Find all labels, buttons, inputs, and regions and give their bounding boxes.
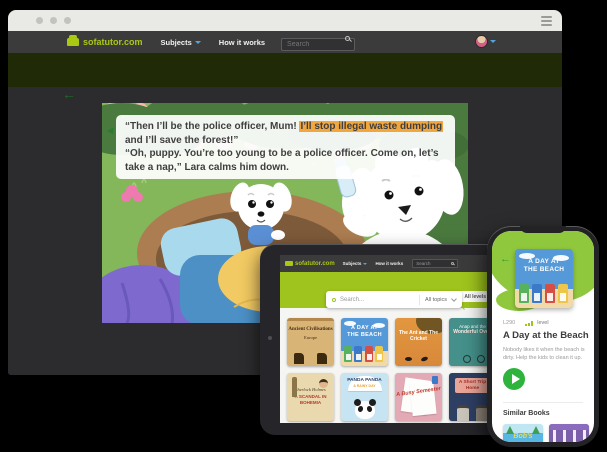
trash-bin-icon (365, 346, 373, 362)
phone-screen: ← A DAY AT THE BEACH L290 level A Day at… (492, 231, 594, 442)
ant-icon (421, 356, 429, 362)
phone-notch (520, 226, 566, 233)
book-cover-panda-panda[interactable]: PANDA PANDA A RAINY DAY (341, 373, 388, 421)
bicycle-wheel-icon (477, 355, 485, 363)
book-cover-scandal-in-bohemia[interactable]: Sherlock Holmes A Scandal in Bohemia (287, 373, 334, 421)
sofatutor-logo[interactable]: sofatutor.com (83, 37, 143, 47)
trash-bin-icon (558, 284, 568, 303)
subtitle-caption: ◀ “Then I’ll be the police officer, Mum!… (116, 115, 455, 179)
phone-mockup: ← A DAY AT THE BEACH L290 level A Day at… (487, 226, 599, 447)
caption-text: “Then I’ll be the police officer, Mum! (125, 121, 299, 132)
bicycle-wheel-icon (463, 355, 471, 363)
search-icon[interactable] (345, 36, 350, 41)
levels-icon (525, 321, 533, 326)
avatar (475, 35, 488, 48)
navbar-search (281, 33, 355, 51)
tablet-screen: sofatutor.com Subjects How it works Sear… (280, 255, 496, 423)
sofatutor-logo-icon (67, 38, 79, 46)
site-navbar: sofatutor.com Subjects How it works (8, 31, 562, 53)
big-ben-icon (292, 377, 297, 397)
search-icon (451, 262, 454, 265)
book-cover-ant-and-cricket[interactable]: The Ant and The Cricket (395, 318, 442, 366)
search-icon (332, 298, 336, 302)
book-cover-day-at-the-beach[interactable]: A DAY AT THE BEACH (341, 318, 388, 366)
chevron-down-icon (451, 296, 457, 302)
sofatutor-logo[interactable]: sofatutor.com (295, 261, 335, 267)
camera-icon (268, 336, 272, 340)
book-description: Nobody likes it when the beach is dirty.… (503, 346, 587, 362)
nav-subjects[interactable]: Subjects (343, 261, 368, 266)
topics-filter[interactable]: All topics (425, 297, 447, 303)
book-meta: L290 level (503, 320, 549, 326)
similar-book-bobs[interactable]: Bob's (503, 424, 543, 442)
nav-how-it-works[interactable]: How it works (375, 261, 403, 266)
trash-bin-icon (375, 346, 383, 362)
back-arrow[interactable]: ← (500, 253, 511, 265)
trash-bin-icon (532, 284, 542, 303)
play-button[interactable] (503, 368, 525, 390)
tablet-mockup: sofatutor.com Subjects How it works Sear… (260, 244, 512, 435)
sofatutor-logo-icon (285, 261, 293, 266)
caption-marker-icon: ◀ (107, 124, 113, 138)
nav-subjects[interactable]: Subjects (161, 38, 201, 47)
dimmed-page-banner (8, 53, 562, 87)
lexile-level: L290 (503, 320, 515, 326)
trash-bin-icon (519, 284, 529, 303)
tree-icon (506, 426, 514, 434)
window-controls (36, 17, 71, 24)
panda-icon (355, 401, 375, 419)
library-search-bar[interactable]: Search... All topics (326, 291, 462, 308)
browser-chrome-bar (8, 10, 562, 31)
ant-icon (405, 357, 412, 361)
divider (503, 402, 583, 403)
caption-text: “Oh, puppy. You’re too young to be a pol… (125, 148, 439, 173)
person-silhouette (457, 405, 469, 421)
search-placeholder: Search... (340, 297, 414, 303)
canvas: { "colors": { "brand_green": "#a9c814", … (0, 0, 607, 452)
trash-bin-icon (344, 346, 352, 362)
figure-silhouette (294, 353, 304, 364)
window-dot (36, 17, 43, 24)
tablet-navbar: sofatutor.com Subjects How it works Sear… (280, 255, 496, 272)
paper-clip-icon (432, 376, 438, 384)
detective-icon (319, 379, 328, 388)
user-menu[interactable] (475, 35, 496, 48)
book-cover-busy-semester[interactable]: A Busy Semester (395, 373, 442, 421)
menu-icon[interactable] (541, 16, 552, 28)
caption-highlight: I’ll stop illegal waste dumping (299, 121, 443, 132)
window-dot (64, 17, 71, 24)
chevron-down-icon (363, 263, 367, 265)
trash-bin-icon (545, 284, 555, 303)
chevron-down-icon (195, 41, 201, 44)
trash-bin-icon (354, 346, 362, 362)
chevron-down-icon (490, 40, 496, 43)
book-title: A Day at the Beach (503, 330, 589, 341)
tree-icon (532, 426, 540, 434)
book-cover-ancient-civilisations[interactable]: Ancient Civilisations Europe (287, 318, 334, 366)
similar-books-heading: Similar Books (503, 410, 550, 417)
divider (419, 295, 420, 305)
nav-how-it-works[interactable]: How it works (219, 38, 265, 47)
window-dot (50, 17, 57, 24)
back-arrow[interactable]: ← (62, 86, 76, 102)
figure-silhouette (317, 353, 327, 364)
book-cover-day-at-the-beach[interactable]: A DAY AT THE BEACH (515, 249, 573, 308)
navbar-search[interactable]: Search (412, 259, 458, 268)
similar-book-birch-forest[interactable] (549, 424, 589, 442)
level-indicator: level (525, 320, 548, 326)
caption-text: and I’ll save the forest!” (125, 135, 238, 146)
search-input[interactable] (281, 38, 355, 51)
